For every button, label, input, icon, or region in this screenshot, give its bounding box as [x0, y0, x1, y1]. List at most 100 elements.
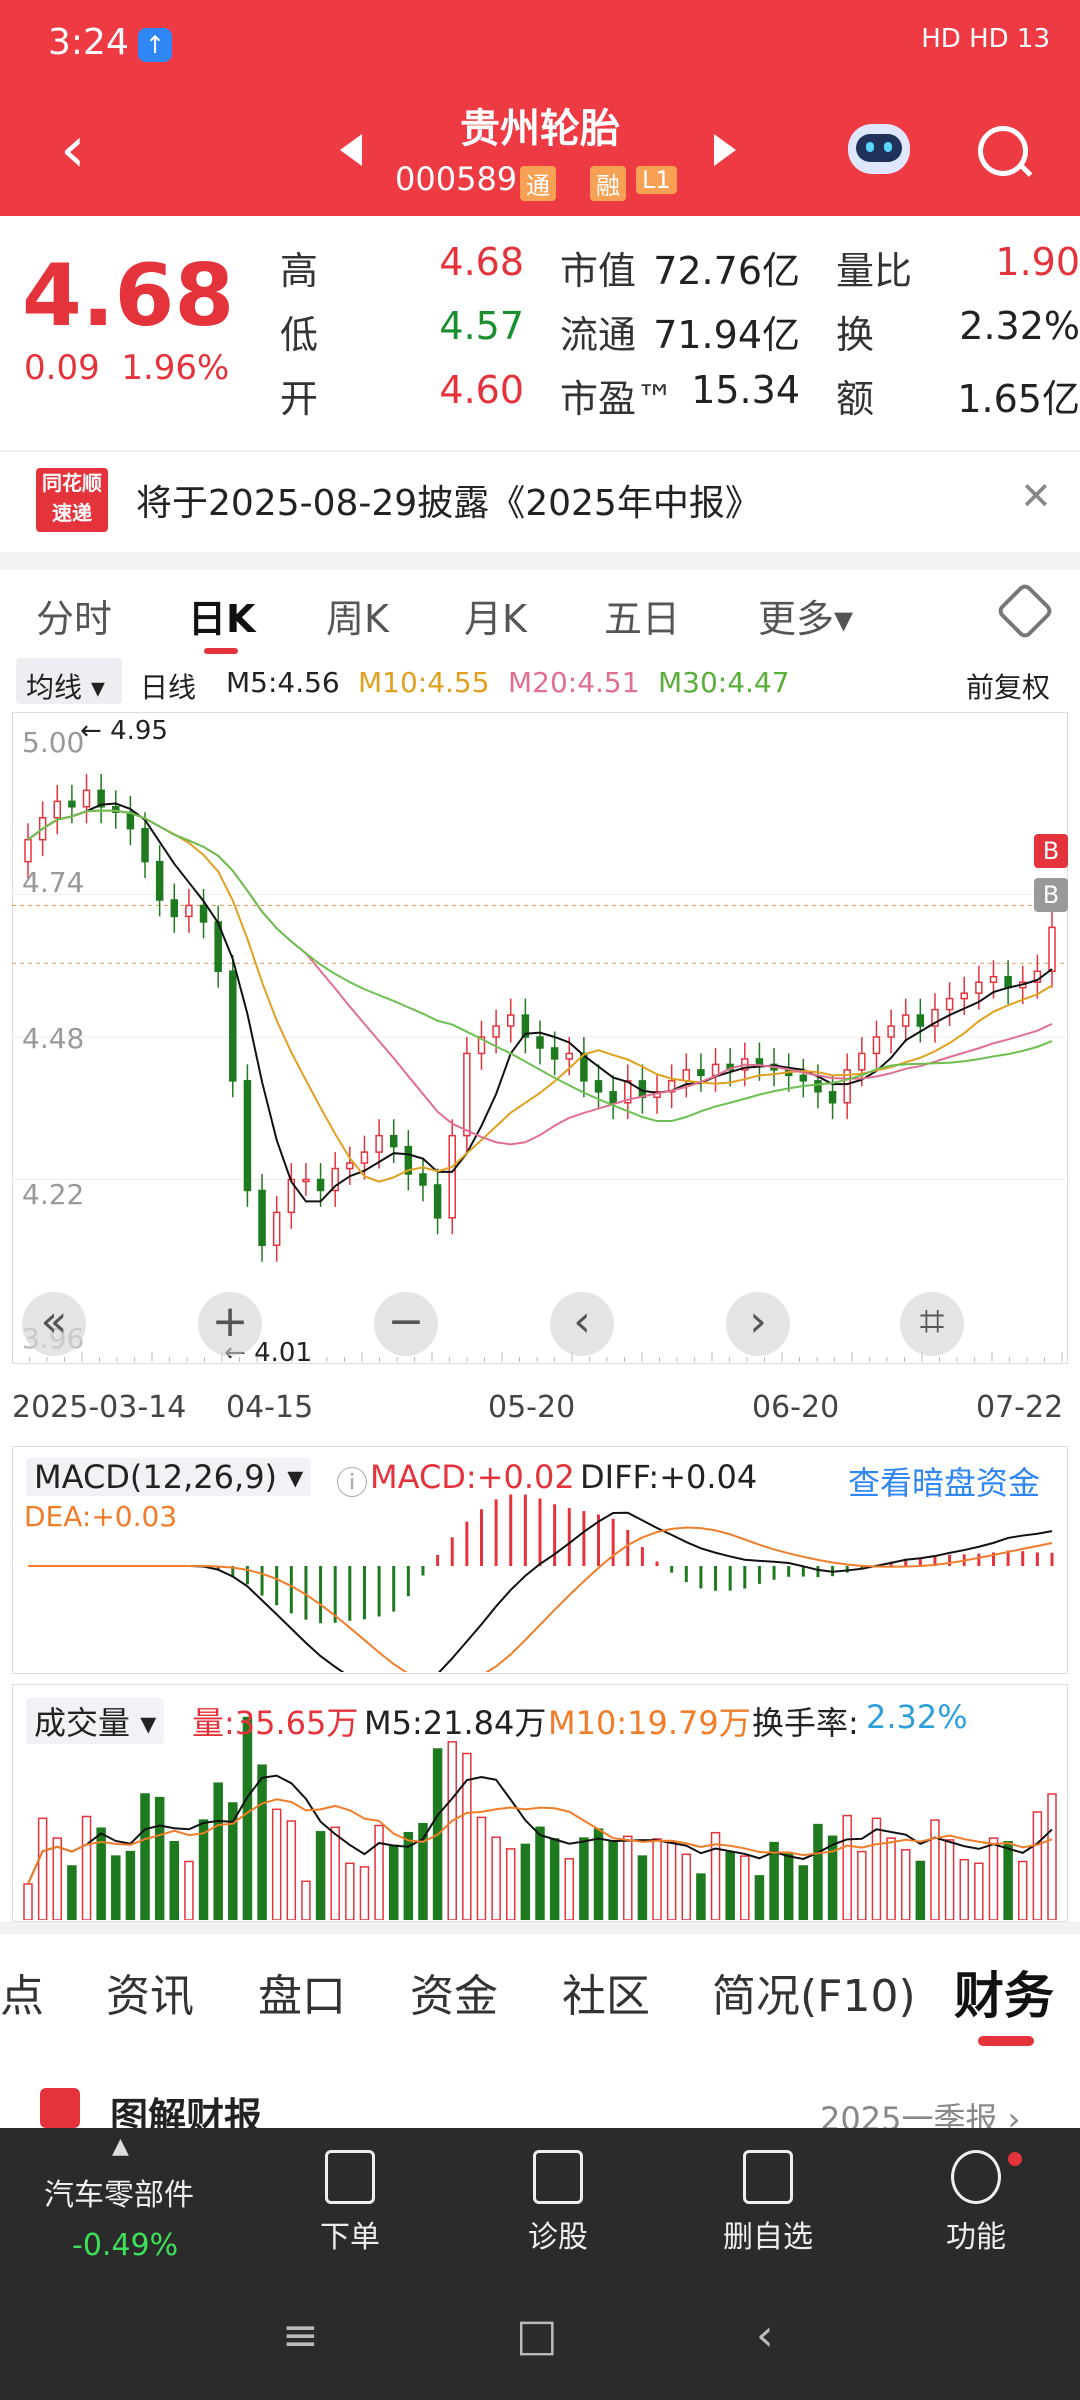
- candle: [814, 1080, 822, 1093]
- current-price: 4.68: [22, 246, 235, 346]
- ma5-value: M5:4.56: [226, 666, 340, 699]
- volume-bar: [754, 1875, 765, 1920]
- scroll-left-icon[interactable]: ‹: [550, 1292, 614, 1356]
- period-label: 日线: [140, 671, 197, 704]
- candle: [346, 1162, 354, 1170]
- mcap-label: 市值: [560, 249, 637, 293]
- macd-value: MACD:+0.02: [370, 1458, 575, 1496]
- active-tab-indicator: [204, 648, 238, 654]
- help-icon[interactable]: ⓘ: [336, 1458, 368, 1504]
- volume-bar: [886, 1837, 896, 1920]
- tab-funds[interactable]: 资金: [410, 1960, 498, 2024]
- volume-bar: [740, 1855, 750, 1920]
- x-tick: 2025-03-14: [12, 1390, 187, 1425]
- close-icon[interactable]: ✕: [1020, 474, 1052, 518]
- candle: [419, 1173, 427, 1186]
- zoom-out-icon[interactable]: −: [374, 1292, 438, 1356]
- tab-dayk[interactable]: 日K: [188, 588, 255, 643]
- volume-bar: [813, 1823, 823, 1920]
- tab-finance[interactable]: 财务: [954, 1956, 1054, 2028]
- candle: [375, 1134, 383, 1153]
- recent-apps-icon[interactable]: ≡: [282, 2310, 319, 2361]
- tab-orderbook[interactable]: 盘口: [258, 1960, 346, 2024]
- candle: [463, 1052, 471, 1137]
- volume-bar: [857, 1850, 867, 1920]
- open-value: 4.60: [439, 368, 524, 412]
- volume-bar: [593, 1828, 604, 1920]
- divider: [0, 1922, 1080, 1934]
- sector-name[interactable]: 汽车零部件: [44, 2170, 194, 2214]
- tab-monthk[interactable]: 月K: [464, 588, 527, 643]
- y-tick: 4.22: [22, 1178, 85, 1211]
- open-label: 开: [280, 377, 319, 421]
- candle: [872, 1036, 881, 1055]
- next-stock-icon[interactable]: [714, 134, 736, 166]
- upload-icon: ↑: [138, 28, 172, 62]
- stock-code: 000589: [395, 160, 518, 198]
- chart-report-icon: [40, 2088, 80, 2128]
- volume-bar: [915, 1860, 926, 1920]
- tab-news[interactable]: 资讯: [106, 1960, 194, 2024]
- candle: [243, 1080, 252, 1192]
- volume-bar: [783, 1853, 794, 1920]
- volume-bar: [184, 1860, 194, 1920]
- tab-fenshi[interactable]: 分时: [36, 588, 112, 643]
- ma-line: [27, 809, 1053, 1123]
- tab-weekk[interactable]: 周K: [326, 588, 389, 643]
- robot-assistant-icon[interactable]: [848, 124, 910, 174]
- volume-bar: [301, 1880, 311, 1920]
- chevron-up-icon[interactable]: ▲: [112, 2134, 129, 2159]
- volume-bar: [154, 1796, 165, 1920]
- tab-point[interactable]: 点: [0, 1960, 44, 2024]
- candle: [682, 1069, 691, 1082]
- nav-remove-watch[interactable]: 删自选: [708, 2150, 828, 2256]
- volume-bar: [330, 1826, 340, 1920]
- settings-icon[interactable]: [995, 581, 1055, 641]
- rewind-icon[interactable]: «: [22, 1292, 86, 1356]
- home-icon[interactable]: □: [516, 2310, 558, 2361]
- volume-bar: [959, 1858, 969, 1920]
- volume-bar: [169, 1840, 180, 1920]
- kline-chart[interactable]: [12, 712, 1066, 1362]
- amt-label: 额: [836, 377, 875, 421]
- tab-more[interactable]: 更多▾: [758, 588, 853, 643]
- volume-bar: [111, 1855, 121, 1920]
- candle: [960, 992, 968, 1000]
- y-tick: 4.74: [22, 866, 85, 899]
- adjust-label[interactable]: 前复权: [966, 666, 1050, 706]
- fullscreen-icon[interactable]: ⌗: [900, 1292, 964, 1356]
- macd-selector[interactable]: MACD(12,26,9) ▾: [26, 1458, 312, 1496]
- tag-tong: 通: [520, 166, 556, 201]
- notification-dot: [1008, 2152, 1022, 2166]
- volume-bar: [257, 1764, 267, 1920]
- volume-bar: [871, 1817, 882, 1920]
- y-tick: 5.00: [22, 726, 85, 759]
- volume-selector[interactable]: 成交量 ▾: [26, 1698, 165, 1744]
- volume-bar: [549, 1838, 560, 1920]
- nav-functions[interactable]: 功能: [926, 2150, 1026, 2256]
- tab-fiveday[interactable]: 五日: [604, 588, 680, 643]
- vol-m5: M5:21.84万: [364, 1704, 547, 1742]
- nav-diagnose[interactable]: 诊股: [508, 2150, 608, 2256]
- notice-text[interactable]: 将于2025-08-29披露《2025年中报》: [136, 474, 761, 526]
- volume-bar: [52, 1837, 63, 1920]
- tab-f10[interactable]: 简况(F10): [712, 1960, 916, 2024]
- volume-bar: [140, 1793, 150, 1920]
- scroll-right-icon[interactable]: ›: [726, 1292, 790, 1356]
- volume-bar: [1003, 1840, 1013, 1920]
- volume-bar: [374, 1824, 384, 1920]
- candle: [492, 1025, 500, 1038]
- buy-signal-badge[interactable]: B: [1034, 878, 1068, 912]
- zoom-in-icon[interactable]: +: [198, 1292, 262, 1356]
- volume-bar: [476, 1816, 487, 1920]
- volume-bar: [315, 1831, 326, 1920]
- buy-signal-badge[interactable]: B: [1034, 834, 1068, 868]
- candle: [155, 860, 164, 901]
- system-back-icon[interactable]: ‹: [756, 2310, 774, 2361]
- dark-pool-link[interactable]: 查看暗盘资金: [848, 1458, 1040, 1504]
- divider: [0, 552, 1080, 570]
- tab-community[interactable]: 社区: [562, 1960, 650, 2024]
- search-icon[interactable]: [978, 126, 1028, 176]
- nav-order[interactable]: 下单: [300, 2150, 400, 2256]
- x-tick: 07-22: [976, 1390, 1064, 1425]
